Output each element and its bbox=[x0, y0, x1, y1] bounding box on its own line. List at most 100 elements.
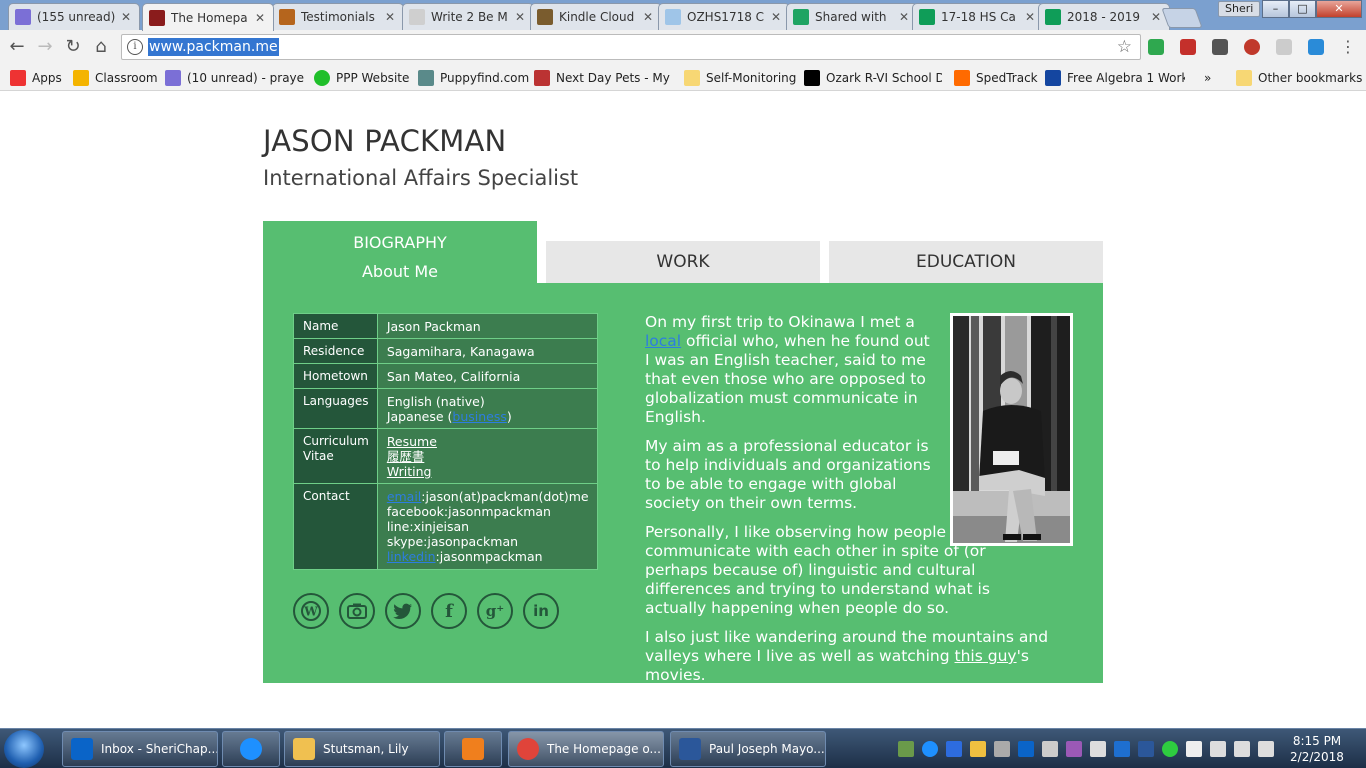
browser-tab-active[interactable]: The Homepa ✕ bbox=[142, 3, 274, 31]
tray-check-icon[interactable] bbox=[1162, 741, 1178, 757]
tab-work[interactable]: WORK bbox=[546, 241, 820, 283]
twitter-icon[interactable] bbox=[385, 593, 421, 629]
wordpress-icon[interactable]: W bbox=[293, 593, 329, 629]
sheets-favicon-icon bbox=[1045, 9, 1061, 25]
tray-word-icon[interactable] bbox=[1138, 741, 1154, 757]
close-tab-icon[interactable]: ✕ bbox=[897, 10, 911, 24]
svg-text:W: W bbox=[303, 605, 318, 619]
new-tab-button[interactable] bbox=[1161, 8, 1203, 28]
resume-link[interactable]: Resume bbox=[387, 434, 437, 449]
browser-tab[interactable]: (155 unread) ✕ bbox=[8, 3, 140, 30]
tray-dropbox-icon[interactable] bbox=[946, 741, 962, 757]
taskbar-word[interactable]: Paul Joseph Mayo... bbox=[670, 731, 826, 767]
bookmark-star-icon[interactable]: ☆ bbox=[1117, 37, 1132, 57]
close-tab-icon[interactable]: ✕ bbox=[253, 11, 267, 25]
start-button[interactable] bbox=[4, 730, 44, 768]
tray-bluetooth-icon[interactable] bbox=[1114, 741, 1130, 757]
home-icon[interactable]: ⌂ bbox=[90, 36, 112, 58]
tray-shield-icon[interactable] bbox=[970, 741, 986, 757]
browser-menu-icon[interactable]: ⋮ bbox=[1340, 36, 1356, 58]
browser-tab[interactable]: 2018 - 2019 ✕ bbox=[1038, 3, 1170, 30]
extension-icon[interactable] bbox=[1276, 39, 1292, 55]
classroom-extension-icon[interactable] bbox=[1148, 39, 1164, 55]
browser-tab[interactable]: OZHS1718 C ✕ bbox=[658, 3, 790, 30]
bookmark-item[interactable]: SpedTrack bbox=[954, 68, 1038, 88]
taskbar-internet-explorer[interactable] bbox=[222, 731, 280, 767]
reload-icon[interactable]: ↻ bbox=[62, 36, 84, 58]
tab-education[interactable]: EDUCATION bbox=[829, 241, 1103, 283]
tray-pen-icon[interactable] bbox=[1066, 741, 1082, 757]
linkedin-link[interactable]: linkedin bbox=[387, 549, 436, 564]
taskbar-outlook[interactable]: Inbox - SheriChap... bbox=[62, 731, 218, 767]
tray-volume-icon[interactable] bbox=[1258, 741, 1274, 757]
bookmark-item[interactable]: Self-Monitoring bbox=[684, 68, 796, 88]
browser-tab-label: (155 unread) bbox=[37, 10, 115, 24]
this-guy-link[interactable]: this guy bbox=[955, 647, 1017, 665]
site-info-icon[interactable]: i bbox=[127, 39, 143, 55]
taskbar-explorer-folder[interactable]: Stutsman, Lily bbox=[284, 731, 440, 767]
bookmark-item[interactable]: Ozark R-VI School D bbox=[804, 68, 942, 88]
close-window-button[interactable]: ✕ bbox=[1316, 0, 1362, 18]
browser-tab[interactable]: Testimonials ✕ bbox=[272, 3, 404, 30]
close-tab-icon[interactable]: ✕ bbox=[119, 10, 133, 24]
media-extension-icon[interactable] bbox=[1180, 39, 1196, 55]
bookmark-item[interactable]: PPP Website bbox=[314, 68, 409, 88]
taskbar-chrome[interactable]: The Homepage o... bbox=[508, 731, 664, 767]
tray-outlook-icon[interactable] bbox=[1018, 741, 1034, 757]
camera-icon[interactable] bbox=[339, 593, 375, 629]
profile-button[interactable]: Sheri bbox=[1218, 1, 1261, 17]
close-tab-icon[interactable]: ✕ bbox=[513, 10, 527, 24]
browser-tab[interactable]: Kindle Cloud ✕ bbox=[530, 3, 662, 30]
tray-mail-icon[interactable] bbox=[1090, 741, 1106, 757]
bookmark-item[interactable]: Classroom bbox=[73, 68, 158, 88]
tray-signal-icon[interactable] bbox=[1234, 741, 1250, 757]
google-plus-icon[interactable]: g⁺ bbox=[477, 593, 513, 629]
business-link[interactable]: business bbox=[452, 409, 506, 424]
tray-network-check-icon[interactable] bbox=[898, 741, 914, 757]
tray-flag-icon[interactable] bbox=[1186, 741, 1202, 757]
close-tab-icon[interactable]: ✕ bbox=[1149, 10, 1163, 24]
sheets-favicon-icon bbox=[919, 9, 935, 25]
linkedin-icon[interactable]: in bbox=[523, 593, 559, 629]
browser-tab[interactable]: Shared with ✕ bbox=[786, 3, 918, 30]
tray-sync-icon[interactable] bbox=[994, 741, 1010, 757]
skype-contact: skype:jasonpackman bbox=[386, 534, 519, 549]
snowflake-extension-icon[interactable] bbox=[1308, 39, 1324, 55]
minimize-button[interactable]: – bbox=[1262, 0, 1289, 18]
taskbar-media-player[interactable] bbox=[444, 731, 502, 767]
bookmark-item[interactable]: Puppyfind.com bbox=[418, 68, 529, 88]
close-tab-icon[interactable]: ✕ bbox=[383, 10, 397, 24]
tray-battery-icon[interactable] bbox=[1210, 741, 1226, 757]
rirekisho-link[interactable]: 履歴書 bbox=[387, 449, 425, 464]
table-key: Curriculum Vitae bbox=[293, 428, 378, 484]
mail-favicon-icon bbox=[15, 9, 31, 25]
tray-monitor-icon[interactable] bbox=[1042, 741, 1058, 757]
bookmark-item[interactable]: (10 unread) - prayerp bbox=[165, 68, 305, 88]
taskbar-label: Paul Joseph Mayo... bbox=[709, 742, 825, 756]
close-tab-icon[interactable]: ✕ bbox=[769, 10, 783, 24]
site-name[interactable]: JASON PACKMAN bbox=[263, 124, 506, 158]
email-link[interactable]: email bbox=[387, 489, 421, 504]
close-tab-icon[interactable]: ✕ bbox=[641, 10, 655, 24]
address-bar[interactable]: i www.packman.me ☆ bbox=[121, 34, 1141, 60]
maximize-button[interactable]: □ bbox=[1289, 0, 1316, 18]
browser-tab[interactable]: Write 2 Be M ✕ bbox=[402, 3, 534, 30]
back-arrow-icon[interactable]: ← bbox=[6, 36, 28, 58]
bookmark-item[interactable]: Free Algebra 1 Works bbox=[1045, 68, 1185, 88]
address-url[interactable]: www.packman.me bbox=[148, 38, 279, 56]
tab-biography[interactable]: BIOGRAPHY About Me bbox=[263, 221, 537, 285]
writing-link[interactable]: Writing bbox=[387, 464, 432, 479]
bookmark-item[interactable]: Next Day Pets - My A bbox=[534, 68, 672, 88]
browser-tab[interactable]: 17-18 HS Ca ✕ bbox=[912, 3, 1044, 30]
bookmark-other[interactable]: Other bookmarks bbox=[1236, 68, 1362, 88]
bookmarks-overflow-chevron-icon[interactable]: » bbox=[1204, 68, 1211, 88]
adblock-extension-icon[interactable] bbox=[1244, 39, 1260, 55]
close-tab-icon[interactable]: ✕ bbox=[1023, 10, 1037, 24]
screenshot-extension-icon[interactable] bbox=[1212, 39, 1228, 55]
local-link[interactable]: local bbox=[645, 332, 681, 350]
forward-arrow-icon[interactable]: → bbox=[34, 36, 56, 58]
bookmark-apps[interactable]: Apps bbox=[10, 68, 62, 88]
tray-settings-icon[interactable] bbox=[922, 741, 938, 757]
facebook-icon[interactable]: f bbox=[431, 593, 467, 629]
system-clock[interactable]: 8:15 PM 2/2/2018 bbox=[1282, 733, 1352, 765]
